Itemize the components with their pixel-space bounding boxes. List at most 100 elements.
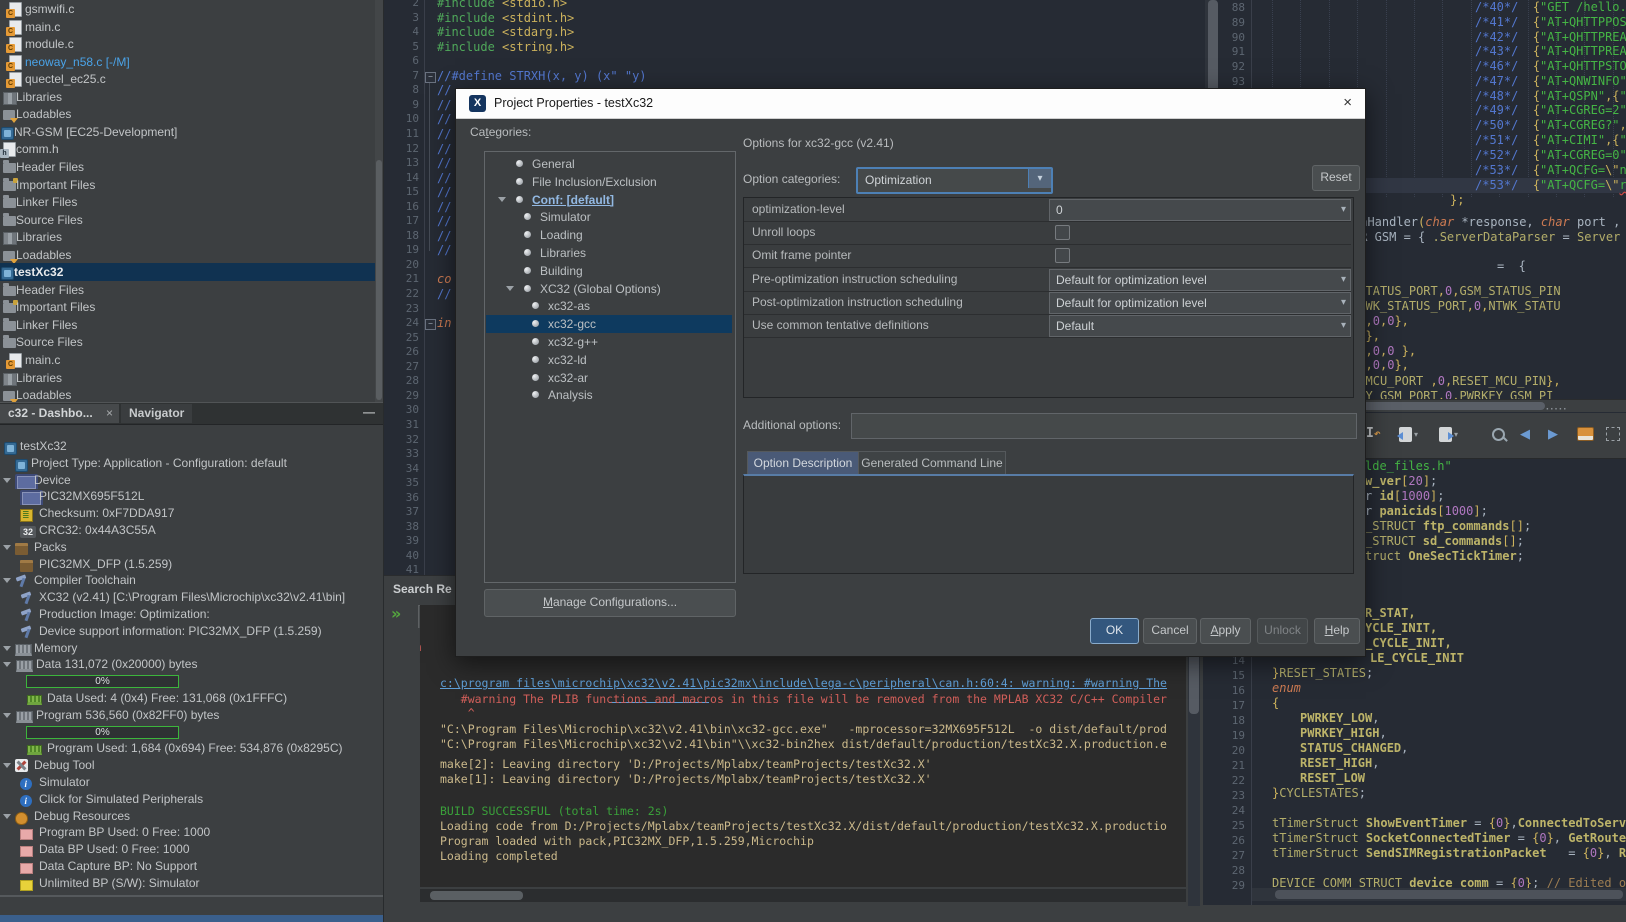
line-number[interactable]: 11 [385,127,419,141]
line-number[interactable]: 40 [385,549,419,563]
line-number[interactable]: 24 [385,316,419,330]
line-number[interactable]: 16 [1211,684,1245,698]
line-number[interactable]: 16 [385,200,419,214]
chevron-down-icon[interactable]: ▾ [1341,270,1346,290]
line-number[interactable]: 14 [385,171,419,185]
line-number[interactable]: 9 [385,98,419,112]
option-dropdown[interactable]: Default for optimization level ▾ [1049,268,1351,291]
line-number[interactable]: 23 [385,302,419,316]
dashboard-item[interactable]: 0% [0,724,383,741]
dashboard-item[interactable]: PIC32MX695F512L [0,488,383,506]
line-number[interactable]: 21 [1211,759,1245,773]
line-number[interactable]: 33 [385,447,419,461]
category-tree-item[interactable]: File Inclusion/Exclusion [486,173,732,191]
tab-option-description[interactable]: Option Description [747,451,859,474]
code-fold-icon[interactable]: − [425,319,436,330]
dashboard-item[interactable]: Program 536,560 (0x82FF0) bytes [0,707,383,724]
line-number[interactable]: 21 [385,272,419,286]
next-occurrence-icon[interactable]: ▶ [1548,423,1558,445]
projects-tree-item[interactable]: Libraries [0,88,375,106]
line-number[interactable]: 29 [1211,879,1245,893]
dashboard-item[interactable]: Production Image: Optimization: [0,606,383,623]
line-number[interactable]: 7 [385,69,419,83]
dashboard-item[interactable]: Program Used: 1,684 (0x694) Free: 534,87… [0,740,383,757]
line-number[interactable]: 28 [385,374,419,388]
back-document-icon[interactable]: ▾ [1397,423,1418,445]
dashboard-item[interactable]: Compiler Toolchain [0,572,383,589]
line-number[interactable]: 19 [1211,729,1245,743]
line-number[interactable]: 2 [385,0,419,10]
dashboard-item[interactable]: Debug Tool [0,757,383,774]
close-icon[interactable]: × [1343,94,1352,111]
option-dropdown[interactable]: Default for optimization level ▾ [1049,291,1351,314]
scrollbar-thumb[interactable] [430,891,523,900]
category-tree-item[interactable]: XC32 (Global Options) [486,280,732,298]
console-hscrollbar[interactable] [420,889,1186,902]
projects-tree-item[interactable]: Source Files [0,211,375,229]
collapse-arrow-icon[interactable] [506,285,514,291]
projects-tree-item[interactable]: main.c [0,18,375,36]
category-tree-item[interactable]: xc32-as [486,297,732,315]
line-number[interactable]: 4 [385,25,419,39]
line-number[interactable]: 15 [1211,669,1245,683]
chevron-down-icon[interactable]: ▾ [1341,316,1346,336]
line-number[interactable]: 90 [1211,31,1245,45]
projects-tree-item[interactable]: gsmwifi.c [0,0,375,18]
category-tree-item[interactable]: Conf: [default] [486,191,732,209]
option-checkbox[interactable] [1055,225,1070,241]
line-number[interactable]: 91 [1211,45,1245,59]
line-number[interactable]: 89 [1211,16,1245,30]
dashboard-item[interactable]: Data BP Used: 0 Free: 1000 [0,841,383,858]
find-icon[interactable] [1492,423,1505,445]
bottom-editor-hscrollbar[interactable] [1252,888,1626,901]
projects-tree-item[interactable]: Important Files [0,176,375,194]
dashboard-item[interactable]: Device support information: PIC32MX_DFP … [0,623,383,640]
minimize-icon[interactable]: — [363,405,375,419]
close-icon[interactable]: × [106,404,113,423]
collapse-arrow-icon[interactable] [498,196,506,202]
line-number[interactable]: 25 [1211,819,1245,833]
line-number[interactable]: 88 [1211,1,1245,15]
option-dropdown[interactable]: Default ▾ [1049,315,1351,337]
category-tree-item[interactable]: Simulator [486,208,732,226]
tab-navigator[interactable]: Navigator [121,404,193,423]
line-number[interactable]: 39 [385,534,419,548]
option-checkbox[interactable] [1055,248,1070,264]
line-number[interactable]: 23 [1211,789,1245,803]
projects-tree-item[interactable]: Loadables [0,105,375,124]
scrollbar-thumb[interactable] [1189,651,1199,714]
projects-tree-item[interactable]: NR-GSM [EC25-Development] [0,123,375,141]
line-number[interactable]: 18 [385,229,419,243]
line-number[interactable]: 31 [385,418,419,432]
collapse-arrow-icon[interactable] [3,477,11,483]
dashboard-item[interactable]: PIC32MX_DFP (1.5.259) [0,556,383,573]
line-number[interactable]: 29 [385,389,419,403]
line-number[interactable]: 22 [385,287,419,301]
line-number[interactable]: 28 [1211,864,1245,878]
apply-button[interactable]: Apply [1200,618,1251,644]
collapse-arrow-icon[interactable] [3,662,11,668]
projects-tree-item[interactable]: testXc32 [0,263,375,282]
collapse-arrow-icon[interactable] [3,712,11,718]
line-number[interactable]: 13 [385,156,419,170]
dialog-titlebar[interactable]: X Project Properties - testXc32 × [456,89,1365,119]
chevron-down-icon[interactable]: ▾ [1028,169,1051,188]
highlight-icon[interactable] [1577,423,1594,445]
collapse-arrow-icon[interactable] [3,645,11,651]
dashboard-item[interactable]: Data Capture BP: No Support [0,858,383,875]
collapse-arrow-icon[interactable] [3,763,11,769]
line-number[interactable]: 35 [385,476,419,490]
dashboard-item[interactable]: CRC32: 0x44A3C55A [0,522,383,539]
projects-tree-item[interactable]: Header Files [0,281,375,299]
line-number[interactable]: 3 [385,11,419,25]
dashboard-item[interactable]: Device [0,472,383,489]
category-tree-item[interactable]: General [486,155,732,173]
reset-button[interactable]: Reset [1312,165,1360,191]
line-number[interactable]: 27 [385,360,419,374]
line-number[interactable]: 24 [1211,804,1245,818]
chevron-down-icon[interactable]: ▾ [1341,293,1346,313]
collapse-arrow-icon[interactable] [3,544,11,550]
ok-button[interactable]: OK [1090,618,1139,644]
line-number[interactable]: 37 [385,505,419,519]
projects-vscrollbar[interactable] [375,0,383,402]
